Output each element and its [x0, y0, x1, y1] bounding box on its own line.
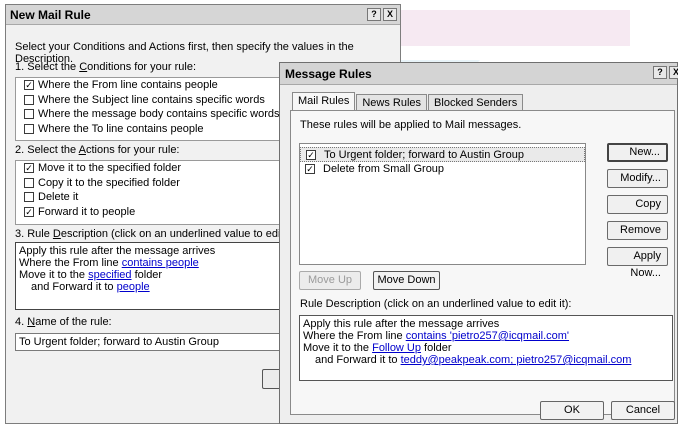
message-rules-title: Message Rules	[285, 67, 372, 81]
message-rules-titlebar[interactable]: Message Rules ? X	[280, 63, 678, 85]
tab-news-rules[interactable]: News Rules	[356, 94, 428, 111]
remove-rule-button[interactable]: Remove	[607, 221, 668, 240]
move-up-button[interactable]: Move Up	[299, 271, 361, 290]
cancel-button[interactable]: Cancel	[611, 401, 675, 420]
checkbox-icon[interactable]	[24, 94, 34, 105]
ok-button[interactable]: OK	[540, 401, 604, 420]
description-line: and Forward it to teddy@peakpeak.com; pi…	[315, 354, 632, 366]
help-icon[interactable]: ?	[367, 8, 381, 21]
rule-item[interactable]: ✓ To Urgent folder; forward to Austin Gro…	[300, 147, 585, 162]
checkbox-checked-icon[interactable]: ✓	[305, 164, 315, 174]
help-icon[interactable]: ?	[653, 66, 667, 79]
tab-blocked-senders[interactable]: Blocked Senders	[428, 94, 524, 111]
conditions-label: 1. Select the Conditions for your rule:	[15, 61, 197, 73]
new-rule-button[interactable]: New...	[607, 143, 668, 162]
close-icon[interactable]: X	[383, 8, 397, 21]
tab-mail-rules[interactable]: Mail Rules	[292, 92, 356, 111]
description-link[interactable]: contains people	[122, 257, 199, 269]
copy-rule-button[interactable]: Copy	[607, 195, 668, 214]
description-line: Where the From line contains 'pietro257@…	[303, 330, 570, 342]
checkbox-icon[interactable]	[24, 177, 34, 188]
checkbox-icon[interactable]	[24, 192, 34, 202]
apply-now-button[interactable]: Apply Now...	[607, 247, 668, 279]
new-mail-rule-title: New Mail Rule	[10, 8, 91, 22]
checkbox-checked-icon[interactable]: ✓	[24, 206, 34, 217]
rules-tabs: Mail Rules News Rules Blocked Senders	[292, 92, 524, 111]
description-link[interactable]: teddy@peakpeak.com; pietro257@icqmail.co…	[401, 354, 632, 366]
rules-note: These rules will be applied to Mail mess…	[300, 119, 522, 131]
checkbox-icon[interactable]	[24, 109, 34, 119]
rule-action-buttons: New... Modify... Copy Remove Apply Now..…	[607, 143, 668, 279]
mail-rules-panel: These rules will be applied to Mail mess…	[290, 110, 675, 415]
description-link[interactable]: Follow Up	[372, 342, 421, 354]
rule-item[interactable]: ✓ Delete from Small Group	[300, 162, 585, 177]
description-link[interactable]: contains 'pietro257@icqmail.com'	[406, 330, 569, 342]
checkbox-checked-icon[interactable]: ✓	[24, 80, 34, 90]
move-down-button[interactable]: Move Down	[373, 271, 440, 290]
rule-description-label: 3. Rule Description (click on an underli…	[15, 228, 299, 240]
message-rules-dialog: Message Rules ? X Mail Rules News Rules …	[279, 62, 678, 424]
description-line: Apply this rule after the message arrive…	[303, 318, 500, 330]
close-icon[interactable]: X	[669, 66, 678, 79]
modify-rule-button[interactable]: Modify...	[607, 169, 668, 188]
checkbox-icon[interactable]	[24, 123, 34, 134]
description-link[interactable]: people	[117, 281, 150, 293]
checkbox-checked-icon[interactable]: ✓	[306, 150, 316, 160]
checkbox-checked-icon[interactable]: ✓	[24, 163, 34, 173]
rule-name-label: 4. Name of the rule:	[15, 316, 112, 328]
new-mail-rule-titlebar[interactable]: New Mail Rule ? X	[6, 5, 400, 25]
description-line: Move it to the Follow Up folder	[303, 342, 452, 354]
description-link[interactable]: specified	[88, 269, 131, 281]
rule-description-box: Apply this rule after the message arrive…	[299, 315, 673, 381]
actions-label: 2. Select the Actions for your rule:	[15, 144, 180, 156]
rule-description-label: Rule Description (click on an underlined…	[300, 298, 572, 310]
rules-list: ✓ To Urgent folder; forward to Austin Gro…	[299, 143, 586, 265]
